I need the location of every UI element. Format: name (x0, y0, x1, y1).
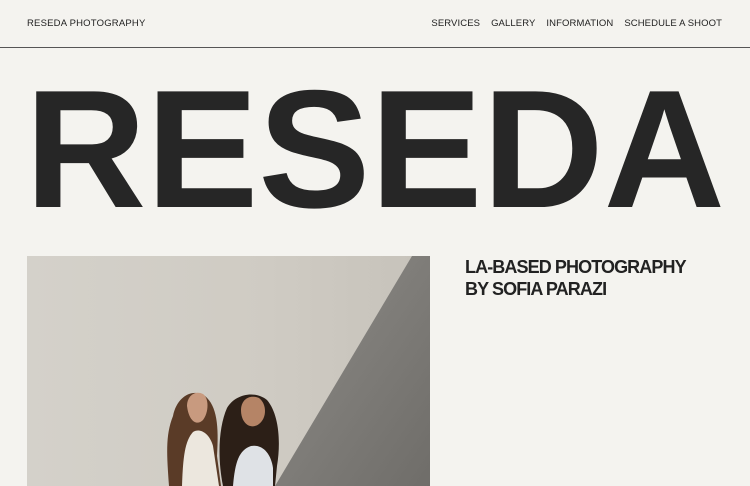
hero-wordmark: RESEDA (0, 70, 750, 230)
nav-link-services[interactable]: SERVICES (431, 18, 480, 29)
intro-tagline: LA-BASED PHOTOGRAPHY BY SOFIA PARAZI (465, 256, 687, 300)
nav-link-information[interactable]: INFORMATION (546, 18, 613, 29)
main-nav: SERVICES GALLERY INFORMATION SCHEDULE A … (431, 18, 722, 29)
hero-wordmark-text: RESEDA (25, 70, 725, 230)
brand-logo-link[interactable]: RESEDA PHOTOGRAPHY (27, 18, 146, 29)
nav-link-gallery[interactable]: GALLERY (491, 18, 535, 29)
hero-photo-image (27, 256, 430, 486)
hero-wordmark-svg: RESEDA (25, 70, 725, 230)
tagline-line-2: BY SOFIA PARAZI (465, 279, 607, 299)
nav-link-schedule-a-shoot[interactable]: SCHEDULE A SHOOT (624, 18, 722, 29)
site-header: RESEDA PHOTOGRAPHY SERVICES GALLERY INFO… (0, 0, 750, 48)
hero-photo (27, 256, 430, 486)
tagline-line-1: LA-BASED PHOTOGRAPHY (465, 257, 687, 277)
